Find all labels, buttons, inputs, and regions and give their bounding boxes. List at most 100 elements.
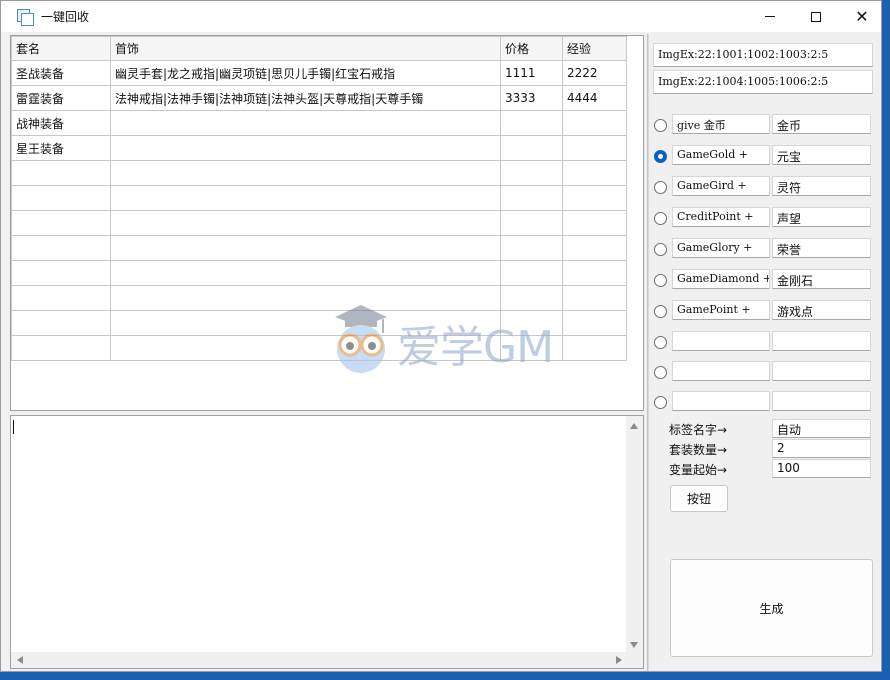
currency-name-field[interactable]: 金刚石	[772, 269, 871, 289]
currency-command-field[interactable]	[672, 331, 770, 351]
grid-cell[interactable]	[11, 285, 111, 311]
grid-cell[interactable]	[562, 285, 627, 311]
currency-name-field[interactable]: 灵符	[772, 176, 871, 196]
grid-cell[interactable]	[500, 235, 563, 261]
grid-cell[interactable]	[562, 335, 627, 361]
action-button[interactable]: 按钮	[670, 485, 728, 512]
close-button[interactable]: ✕	[839, 1, 881, 32]
table-row[interactable]	[11, 185, 627, 211]
currency-command-field[interactable]	[672, 361, 770, 381]
scroll-up-icon[interactable]	[630, 423, 638, 429]
currency-name-field[interactable]: 元宝	[772, 145, 871, 165]
scroll-right-icon[interactable]	[616, 656, 622, 664]
table-row[interactable]	[11, 160, 627, 186]
currency-radio[interactable]	[654, 274, 667, 287]
grid-column-header[interactable]: 首饰	[110, 36, 501, 61]
grid-cell[interactable]	[562, 260, 627, 286]
grid-cell[interactable]	[562, 185, 627, 211]
grid-cell[interactable]	[110, 260, 501, 286]
currency-name-field[interactable]: 游戏点	[772, 300, 871, 320]
grid-cell[interactable]: 幽灵手套|龙之戒指|幽灵项链|思贝儿手镯|红宝石戒指	[110, 60, 501, 86]
grid-cell[interactable]	[562, 310, 627, 336]
setting-value-field[interactable]: 100	[772, 459, 871, 478]
currency-command-field[interactable]: GameGlory +	[672, 238, 770, 258]
grid-cell[interactable]	[11, 185, 111, 211]
grid-cell[interactable]	[500, 260, 563, 286]
grid-cell[interactable]	[110, 135, 501, 161]
grid-cell[interactable]	[500, 110, 563, 136]
currency-radio[interactable]	[654, 150, 667, 163]
currency-radio[interactable]	[654, 366, 667, 379]
grid-cell[interactable]: 3333	[500, 85, 563, 111]
currency-radio[interactable]	[654, 181, 667, 194]
grid-cell[interactable]: 法神戒指|法神手镯|法神项链|法神头盔|天尊戒指|天尊手镯	[110, 85, 501, 111]
table-row[interactable]: 战神装备	[11, 110, 627, 136]
grid-cell[interactable]	[11, 260, 111, 286]
grid-cell[interactable]: 4444	[562, 85, 627, 111]
currency-name-field[interactable]: 声望	[772, 207, 871, 227]
grid-cell[interactable]	[562, 160, 627, 186]
grid-cell[interactable]	[500, 185, 563, 211]
grid-cell[interactable]: 圣战装备	[11, 60, 111, 86]
currency-radio[interactable]	[654, 243, 667, 256]
currency-command-field[interactable]: GameDiamond +	[672, 269, 770, 289]
currency-command-field[interactable]	[672, 391, 770, 411]
scroll-down-icon[interactable]	[630, 642, 638, 648]
grid-column-header[interactable]: 套名	[11, 36, 111, 61]
maximize-button[interactable]	[793, 1, 839, 32]
table-row[interactable]	[11, 210, 627, 236]
grid-column-header[interactable]: 价格	[500, 36, 563, 61]
setting-value-field[interactable]: 2	[772, 439, 871, 458]
grid-cell[interactable]: 战神装备	[11, 110, 111, 136]
currency-name-field[interactable]	[772, 391, 871, 411]
grid-cell[interactable]: 1111	[500, 60, 563, 86]
currency-name-field[interactable]	[772, 331, 871, 351]
grid-cell[interactable]	[500, 160, 563, 186]
currency-radio[interactable]	[654, 336, 667, 349]
grid-cell[interactable]	[500, 210, 563, 236]
horizontal-scrollbar[interactable]	[11, 652, 628, 668]
grid-cell[interactable]	[11, 210, 111, 236]
generate-button[interactable]: 生成	[670, 559, 873, 657]
grid-cell[interactable]	[562, 110, 627, 136]
table-row[interactable]: 圣战装备 幽灵手套|龙之戒指|幽灵项链|思贝儿手镯|红宝石戒指 1111 2222	[11, 60, 627, 86]
grid-cell[interactable]	[110, 110, 501, 136]
table-row[interactable]: 雷霆装备 法神戒指|法神手镯|法神项链|法神头盔|天尊戒指|天尊手镯 3333 444…	[11, 85, 627, 111]
table-row[interactable]: 星王装备	[11, 135, 627, 161]
currency-name-field[interactable]: 金币	[772, 114, 871, 134]
grid-cell[interactable]	[562, 235, 627, 261]
currency-command-field[interactable]: GamePoint +	[672, 300, 770, 320]
currency-radio[interactable]	[654, 119, 667, 132]
img-field-2[interactable]: ImgEx:22:1004:1005:1006:2:5	[653, 70, 873, 94]
grid-cell[interactable]	[110, 160, 501, 186]
grid-cell[interactable]	[11, 310, 111, 336]
grid-cell[interactable]	[110, 210, 501, 236]
currency-command-field[interactable]: GameGold +	[672, 145, 770, 165]
grid-column-header[interactable]: 经验	[562, 36, 627, 61]
grid-cell[interactable]	[110, 235, 501, 261]
currency-command-field[interactable]: give 金币	[672, 114, 770, 134]
vertical-scrollbar[interactable]	[626, 416, 643, 653]
grid-cell[interactable]	[110, 185, 501, 211]
img-field-1[interactable]: ImgEx:22:1001:1002:1003:2:5	[653, 43, 873, 67]
output-textarea[interactable]	[10, 415, 644, 669]
currency-radio[interactable]	[654, 396, 667, 409]
grid-cell[interactable]: 星王装备	[11, 135, 111, 161]
grid-cell[interactable]: 雷霆装备	[11, 85, 111, 111]
currency-command-field[interactable]: GameGird +	[672, 176, 770, 196]
currency-name-field[interactable]	[772, 361, 871, 381]
currency-radio[interactable]	[654, 212, 667, 225]
minimize-button[interactable]	[747, 1, 793, 32]
table-row[interactable]	[11, 235, 627, 261]
currency-radio[interactable]	[654, 305, 667, 318]
currency-command-field[interactable]: CreditPoint +	[672, 207, 770, 227]
grid-cell[interactable]	[562, 210, 627, 236]
grid-cell[interactable]	[11, 235, 111, 261]
currency-name-field[interactable]: 荣誉	[772, 238, 871, 258]
grid-cell[interactable]	[500, 135, 563, 161]
grid-cell[interactable]	[562, 135, 627, 161]
grid-cell[interactable]	[11, 335, 111, 361]
setting-value-field[interactable]: 自动	[772, 419, 871, 438]
table-row[interactable]	[11, 260, 627, 286]
grid-cell[interactable]	[11, 160, 111, 186]
